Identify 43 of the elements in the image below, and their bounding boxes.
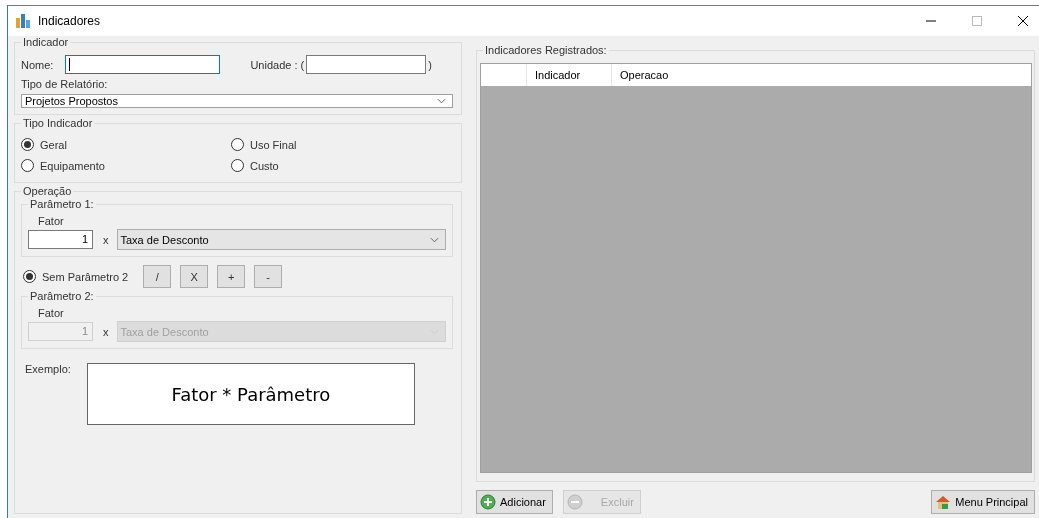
name-field[interactable] bbox=[65, 55, 221, 74]
parameter-dropdown[interactable]: Taxa de Desconto bbox=[116, 229, 446, 250]
paren-label: ) bbox=[428, 58, 432, 71]
window-title: Indicadores bbox=[38, 14, 101, 28]
chevron-icon bbox=[437, 98, 446, 104]
radio-button[interactable]: Geral bbox=[21, 138, 231, 151]
action-button[interactable]: Menu Principal bbox=[931, 490, 1035, 514]
field-label: Exemplo: bbox=[25, 363, 71, 375]
operator-button[interactable]: - bbox=[254, 265, 283, 288]
radio-button[interactable]: Custo bbox=[231, 159, 453, 172]
radio-button[interactable]: Equipamento bbox=[21, 159, 231, 172]
operator-button[interactable]: + bbox=[217, 265, 246, 288]
group-title: Tipo Indicador bbox=[21, 117, 95, 129]
group-title: Indicadores Registrados: bbox=[483, 44, 609, 56]
group-title: Parâmetro 2: bbox=[28, 290, 96, 302]
chart-icon bbox=[16, 14, 32, 28]
operator-button[interactable]: / bbox=[143, 265, 172, 288]
plus-icon bbox=[480, 494, 496, 510]
minus-icon bbox=[566, 494, 583, 510]
factor-field[interactable]: 1 bbox=[28, 230, 93, 249]
group-title: Parâmetro 1: bbox=[28, 198, 96, 210]
action-button[interactable]: Adicionar bbox=[476, 490, 553, 514]
operator-button[interactable]: X bbox=[180, 265, 209, 288]
field-label: Fator bbox=[38, 215, 65, 227]
field-label: Unidade : ( bbox=[250, 58, 305, 71]
times-label: x bbox=[103, 325, 109, 338]
column-header[interactable]: Indicador bbox=[527, 64, 612, 86]
times-label: x bbox=[103, 233, 109, 246]
group-title: Operação bbox=[21, 185, 74, 197]
report-type-dropdown[interactable]: Projetos Propostos bbox=[21, 94, 453, 108]
radio-button[interactable]: Sem Parâmetro 2 bbox=[23, 270, 129, 283]
field-label: Fator bbox=[38, 307, 65, 319]
house-icon bbox=[935, 494, 952, 510]
chevron-icon bbox=[430, 236, 439, 243]
close-icon[interactable] bbox=[1017, 15, 1029, 27]
radio-button[interactable]: Uso Final bbox=[231, 138, 453, 151]
field-label: Tipo de Relatório: bbox=[21, 78, 109, 90]
field-label: Nome: bbox=[21, 58, 54, 71]
unit-field[interactable] bbox=[306, 55, 427, 74]
group-title: Indicador bbox=[21, 36, 71, 48]
example-box: Fator * Parâmetro bbox=[86, 363, 415, 425]
data-grid[interactable]: Indicador Operacao bbox=[480, 63, 1032, 473]
column-header[interactable]: Operacao bbox=[612, 64, 1031, 86]
